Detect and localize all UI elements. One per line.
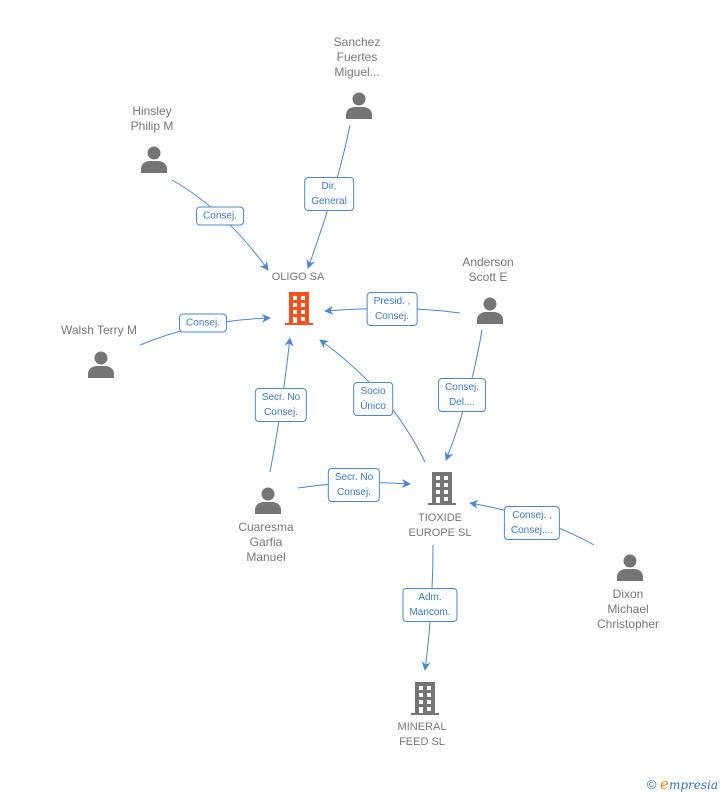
copyright-icon: ©	[646, 777, 657, 792]
edge-label-hinsley-oligo[interactable]: Consej.	[196, 206, 244, 226]
brand-name: mpresia	[668, 778, 718, 792]
company-name: TIOXIDE EUROPE SL	[408, 512, 472, 539]
person-name: Dixon Michael Christopher	[596, 587, 660, 631]
person-icon	[346, 92, 372, 119]
edge-label-walsh-oligo[interactable]: Consej.	[179, 313, 227, 333]
person-name: Walsh Terry M	[60, 323, 138, 337]
edge-label-tioxide-mineral[interactable]: Adm. Mancom.	[402, 588, 458, 622]
edge-label-sanchez-oligo[interactable]: Dir. General	[304, 177, 354, 211]
person-name: Anderson Scott E	[462, 255, 514, 284]
building-icon	[428, 472, 456, 505]
edge-label-cuaresma-oligo[interactable]: Secr. No Consej.	[254, 388, 308, 422]
building-icon	[285, 292, 313, 325]
person-name: Sanchez Fuertes Miguel...	[333, 35, 381, 79]
edge-label-cuaresma-tioxide[interactable]: Secr. No Consej.	[327, 468, 381, 502]
brand-initial: e	[660, 775, 669, 793]
person-icon	[88, 351, 114, 378]
edge-label-anderson-tioxide[interactable]: Consej. Del....	[438, 378, 486, 412]
person-name: Cuaresma Garfia Manuel	[238, 520, 294, 564]
person-icon	[477, 297, 503, 324]
person-icon	[141, 146, 167, 173]
company-name: MINERAL FEED SL	[397, 721, 447, 748]
company-name: OLIGO SA	[271, 271, 325, 283]
edge-label-anderson-oligo[interactable]: Presid. , Consej.	[366, 292, 418, 326]
footer-brand: © empresia	[647, 775, 718, 793]
building-icon	[411, 682, 439, 715]
person-name: Hinsley Philip M	[130, 104, 174, 133]
person-icon	[617, 554, 643, 581]
edge-label-dixon-tioxide[interactable]: Consej. , Consej....	[503, 506, 561, 540]
person-icon	[255, 487, 281, 514]
edge-label-tioxide-oligo[interactable]: Socio Único	[353, 382, 393, 416]
